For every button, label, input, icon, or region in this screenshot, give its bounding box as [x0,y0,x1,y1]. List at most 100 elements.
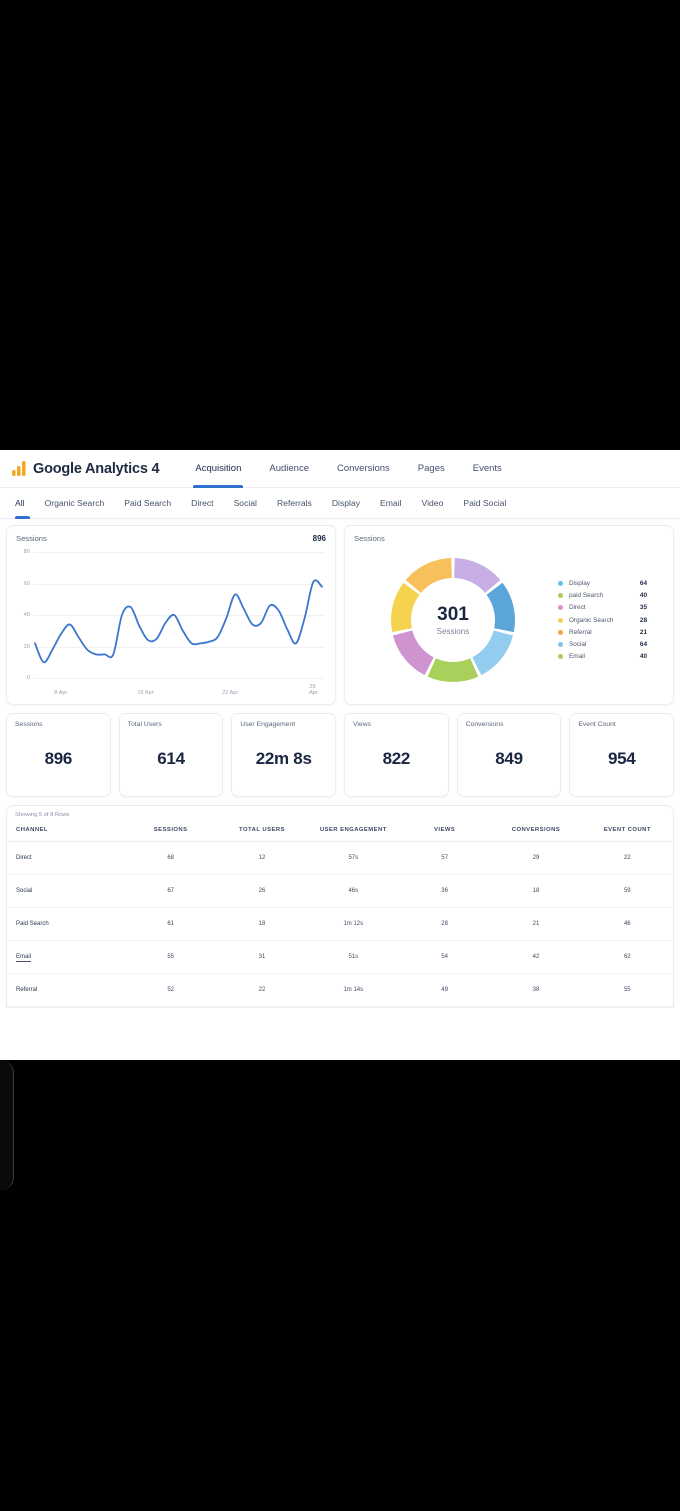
table-row[interactable]: Direct 68 12 57s 57 29 22 [7,841,673,875]
legend-label: paid Search [569,592,604,600]
legend-label: Display [569,579,590,587]
filter-email[interactable]: Email [370,488,412,519]
cell-conversions: 29 [490,841,582,875]
kpi-conversions: Conversions 849 [456,713,562,797]
cell-total-users: 26 [216,874,308,908]
cell-channel[interactable]: Direct [7,841,125,875]
legend-label: Direct [569,604,586,612]
table-row[interactable]: Email 55 31 51s 54 42 62 [7,940,673,974]
dashboard-content: Sessions 896 0 20 40 60 80 8 Apr 15 Apr 22 Apr 2… [0,519,680,1008]
tab-conversions[interactable]: Conversions [323,450,404,488]
legend-item[interactable]: Display 64 [558,580,647,587]
filter-all[interactable]: All [10,488,35,519]
line-series [34,579,323,664]
legend-item[interactable]: Direct 35 [558,604,647,611]
donut-segment[interactable] [486,582,515,633]
cell-conversions: 21 [490,907,582,941]
nav-tabs: Acquisition Audience Conversions Pages E… [181,450,515,488]
brand: Google Analytics 4 [12,461,160,477]
filter-paid-search[interactable]: Paid Search [114,488,181,519]
legend-color-dot [558,629,563,635]
cell-channel[interactable]: Email [7,940,125,974]
kpi-value: 954 [607,748,636,768]
column-header-event-count[interactable]: EVENT COUNT [581,821,673,842]
legend-value: 21 [639,628,647,636]
cell-user-engagement: 57s [307,841,399,875]
table-row[interactable]: Social 67 26 46s 36 18 59 [7,874,673,908]
cell-total-users: 12 [216,841,308,875]
donut-segment[interactable] [392,630,434,676]
cell-total-users: 22 [216,973,308,1007]
filter-display[interactable]: Display [322,488,370,519]
cell-channel[interactable]: Paid Search [7,907,125,941]
donut-segment[interactable] [472,630,514,676]
filter-paid-social[interactable]: Paid Social [453,488,516,519]
filter-video[interactable]: Video [412,488,454,519]
cell-user-engagement: 51s [307,940,399,974]
kpi-value: 614 [157,748,185,768]
cell-channel[interactable]: Social [7,874,125,908]
legend-value: 64 [639,640,647,648]
line-chart-header: Sessions 896 [16,534,326,543]
donut-segment[interactable] [427,658,479,682]
kpi-label: Conversions [465,721,504,728]
column-header-channel[interactable]: CHANNEL [7,821,125,842]
tab-pages[interactable]: Pages [404,450,459,488]
legend-label: Email [569,653,585,661]
column-header-sessions[interactable]: SESSIONS [125,821,217,842]
tab-acquisition[interactable]: Acquisition [181,450,255,488]
sessions-line-chart-card: Sessions 896 0 20 40 60 80 8 Apr 15 Apr 22 Apr 2… [6,525,336,705]
cell-views: 57 [398,841,491,875]
cell-sessions: 67 [125,874,217,908]
cell-channel[interactable]: Referral [7,973,125,1007]
kpi-event-count: Event Count 954 [569,713,675,797]
kpi-value: 822 [382,748,411,768]
cell-event-count: 46 [581,907,673,941]
kpi-label: User Engagement [240,721,296,728]
filter-referrals[interactable]: Referrals [267,488,322,519]
legend-item[interactable]: Referral 21 [558,629,647,636]
filter-organic-search[interactable]: Organic Search [35,488,115,519]
donut-segment[interactable] [405,558,452,593]
donut-segment[interactable] [391,582,420,633]
column-header-conversions[interactable]: CONVERSIONS [490,821,582,842]
app-screen: Google Analytics 4 Acquisition Audience … [0,450,680,1060]
legend-item[interactable]: paid Search 40 [558,592,647,599]
kpi-views: Views 822 [344,713,449,797]
table-row[interactable]: Paid Search 61 18 1m 12s 28 21 46 [7,907,673,941]
column-header-views[interactable]: VIEWS [398,821,491,842]
filter-social[interactable]: Social [224,488,267,519]
legend-item[interactable]: Social 64 [558,641,647,648]
donut-holder: 301 Sessions [378,545,528,695]
cell-views: 36 [398,874,491,908]
cell-event-count: 22 [581,841,673,875]
table-header-row: CHANNEL SESSIONS TOTAL USERS USER ENGAGE… [7,821,673,842]
column-header-total-users[interactable]: TOTAL USERS [216,821,308,842]
legend-label: Referral [569,628,592,636]
tab-audience[interactable]: Audience [255,450,323,488]
kpi-label: Event Count [578,721,616,728]
tab-events[interactable]: Events [459,450,516,488]
donut-segment[interactable] [454,558,501,593]
legend-color-dot [558,641,563,647]
cell-total-users: 18 [216,907,308,941]
legend-value: 40 [639,653,647,661]
charts-row: Sessions 896 0 20 40 60 80 8 Apr 15 Apr 22 Apr 2… [6,525,674,705]
table-row[interactable]: Referral 52 22 1m 14s 49 38 55 [7,973,673,1007]
cell-views: 54 [398,940,491,974]
legend-label: Social [569,640,587,648]
line-chart-plot: 0 20 40 60 80 8 Apr 15 Apr 22 Apr 29 Apr [16,546,326,696]
kpi-row: Sessions 896 Total Users 614 User Engage… [6,713,675,797]
cell-sessions: 61 [125,907,217,941]
filter-direct[interactable]: Direct [181,488,223,519]
channels-table: CHANNEL SESSIONS TOTAL USERS USER ENGAGE… [7,821,673,1007]
column-header-user-engagement[interactable]: USER ENGAGEMENT [307,821,399,842]
cell-event-count: 55 [581,973,673,1007]
legend-color-dot [558,580,563,586]
legend-item[interactable]: Organic Search 28 [558,617,647,624]
sessions-donut-chart-card: Sessions 301 Sessions Display 64 paid Sear… [344,525,674,705]
legend-item[interactable]: Email 40 [558,653,647,660]
cell-sessions: 52 [125,973,217,1007]
cell-views: 49 [398,973,491,1007]
channel-link[interactable]: Email [16,954,32,962]
